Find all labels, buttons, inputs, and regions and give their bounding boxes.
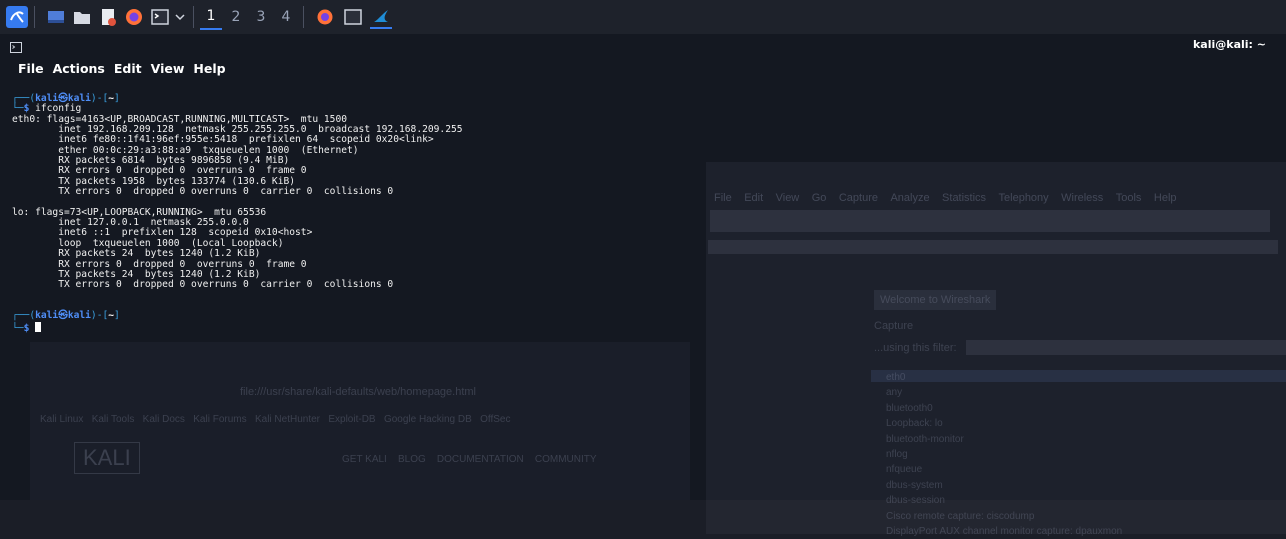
firefox-window-button[interactable] — [314, 6, 336, 28]
bookmark-item: OffSec — [480, 414, 511, 425]
wireshark-toolbar — [710, 210, 1270, 232]
bookmark-item: Kali NetHunter — [254, 414, 320, 425]
interface-item: nflog — [886, 449, 908, 461]
bookmark-item: Google Hacking DB — [383, 414, 472, 425]
text-cursor — [35, 321, 42, 332]
browser-nav-item: GET KALI — [342, 454, 387, 465]
prompt-user: kali — [35, 310, 59, 322]
output-line: lo: flags=73<UP,LOOPBACK,RUNNING> mtu 65… — [12, 206, 267, 218]
output-line: inet6 ::1 prefixlen 128 scopeid 0x10<hos… — [12, 227, 313, 239]
prompt-at: ㉿ — [58, 310, 68, 322]
menu-help[interactable]: Help — [193, 61, 225, 76]
wireshark-background-window: File Edit View Go Capture Analyze Statis… — [706, 162, 1286, 537]
firefox-icon[interactable] — [123, 6, 145, 28]
browser-background-window: file:///usr/share/kali-defaults/web/home… — [30, 342, 690, 500]
output-line: loop txqueuelen 1000 (Local Loopback) — [12, 237, 284, 249]
menu-edit[interactable]: Edit — [114, 61, 142, 76]
output-line: TX errors 0 dropped 0 overruns 0 carrier… — [12, 279, 394, 291]
interface-item: Loopback: lo — [886, 418, 943, 430]
taskbar-separator — [193, 6, 194, 28]
output-line: inet 127.0.0.1 netmask 255.0.0.0 — [12, 217, 249, 229]
terminal-window: File Edit View Go Capture Analyze Statis… — [0, 34, 1286, 537]
output-line: eth0: flags=4163<UP,BROADCAST,RUNNING,MU… — [12, 113, 348, 125]
wireshark-menu-item: Help — [1153, 192, 1177, 204]
taskbar: 1 2 3 4 — [0, 0, 1286, 34]
taskbar-separator — [34, 6, 35, 28]
bookmark-item: Kali Linux — [40, 414, 84, 425]
wireshark-window-button[interactable] — [370, 5, 392, 29]
interface-item: bluetooth0 — [886, 402, 933, 414]
output-line: RX packets 6814 bytes 9896858 (9.4 MiB) — [12, 155, 290, 167]
browser-nav-item: DOCUMENTATION — [436, 454, 524, 465]
menu-actions[interactable]: Actions — [53, 61, 105, 76]
workspace-4[interactable]: 4 — [275, 5, 297, 29]
wireshark-filter-label: ...using this filter: — [874, 342, 957, 354]
workspace-2[interactable]: 2 — [225, 5, 247, 29]
wireshark-filter-bar — [708, 240, 1278, 254]
window-titlebar[interactable]: kali@kali: ~ — [0, 34, 1286, 56]
interface-item: nfqueue — [886, 464, 923, 476]
wireshark-menu-item: Statistics — [942, 192, 987, 204]
menubar: File Actions Edit View Help — [18, 61, 235, 76]
wireshark-menubar: File Edit View Go Capture Analyze Statis… — [714, 188, 1185, 206]
workspace-1[interactable]: 1 — [200, 4, 222, 30]
menu-view[interactable]: View — [151, 61, 185, 76]
wireshark-welcome-banner: Welcome to Wireshark — [874, 290, 997, 310]
interface-item: dbus-system — [886, 479, 943, 491]
window-title: kali@kali: ~ — [1192, 38, 1266, 51]
wireshark-menu-item: File — [714, 192, 732, 204]
workspace-3[interactable]: 3 — [250, 5, 272, 29]
file-manager-icon[interactable] — [71, 6, 93, 28]
browser-nav: GET KALI BLOG DOCUMENTATION COMMUNITY — [342, 454, 597, 465]
prompt-host: kali — [67, 310, 91, 322]
terminal-window-button[interactable] — [342, 6, 364, 28]
interface-item: bluetooth-monitor — [886, 433, 964, 445]
interface-item: any — [886, 387, 903, 399]
browser-nav-item: BLOG — [397, 454, 426, 465]
output-line: TX packets 1958 bytes 133774 (130.6 KiB) — [12, 175, 296, 187]
terminal-output[interactable]: ┌──(kali㉿kali)-[~] └─$ ifconfig eth0: fl… — [12, 93, 463, 334]
show-desktop-icon[interactable] — [45, 6, 67, 28]
browser-kali-logo: KALI — [74, 442, 140, 474]
wireshark-menu-item: Capture — [838, 192, 878, 204]
command-text: ifconfig — [35, 103, 82, 115]
terminal-icon[interactable] — [149, 6, 171, 28]
kali-menu-icon[interactable] — [6, 6, 28, 28]
output-line: RX errors 0 dropped 0 overruns 0 frame 0 — [12, 165, 307, 177]
output-line: inet 192.168.209.128 netmask 255.255.255… — [12, 124, 463, 136]
bookmark-item: Kali Docs — [142, 414, 185, 425]
wireshark-capture-heading: Capture — [874, 320, 914, 332]
wireshark-filter-input — [966, 340, 1286, 355]
wireshark-menu-item: Wireless — [1061, 192, 1104, 204]
interface-item: DisplayPort AUX channel monitor capture:… — [886, 526, 1123, 538]
output-line: TX errors 0 dropped 0 overruns 0 carrier… — [12, 186, 394, 198]
wireshark-menu-item: Telephony — [998, 192, 1049, 204]
browser-url: file:///usr/share/kali-defaults/web/home… — [240, 386, 477, 398]
wireshark-menu-item: Go — [811, 192, 827, 204]
output-line: inet6 fe80::1f41:96ef:955e:5418 prefixle… — [12, 134, 434, 146]
text-editor-icon[interactable] — [97, 6, 119, 28]
wireshark-menu-item: View — [775, 192, 800, 204]
chevron-down-icon[interactable] — [173, 6, 187, 28]
output-line: ether 00:0c:29:a3:88:a9 txqueuelen 1000 … — [12, 144, 359, 156]
menu-file[interactable]: File — [18, 61, 44, 76]
bookmark-item: Kali Tools — [91, 414, 135, 425]
browser-nav-item: COMMUNITY — [534, 454, 597, 465]
bookmark-item: Kali Forums — [193, 414, 247, 425]
interface-item: eth0 — [886, 372, 906, 383]
bookmark-item: Exploit-DB — [328, 414, 376, 425]
wireshark-interface-list: eth0 any bluetooth0 Loopback: lo bluetoo… — [886, 370, 1122, 539]
browser-bookmarks: Kali Linux Kali Tools Kali Docs Kali For… — [40, 414, 511, 425]
wireshark-menu-item: Tools — [1115, 192, 1142, 204]
output-line: TX packets 24 bytes 1240 (1.2 KiB) — [12, 268, 261, 280]
taskbar-separator — [303, 6, 304, 28]
interface-item: dbus-session — [886, 495, 945, 507]
terminal-window-icon — [10, 38, 22, 57]
wireshark-menu-item: Edit — [744, 192, 764, 204]
output-line: RX errors 0 dropped 0 overruns 0 frame 0 — [12, 258, 307, 270]
interface-item: Cisco remote capture: ciscodump — [886, 510, 1035, 522]
wireshark-menu-item: Analyze — [890, 192, 930, 204]
output-line: RX packets 24 bytes 1240 (1.2 KiB) — [12, 248, 261, 260]
